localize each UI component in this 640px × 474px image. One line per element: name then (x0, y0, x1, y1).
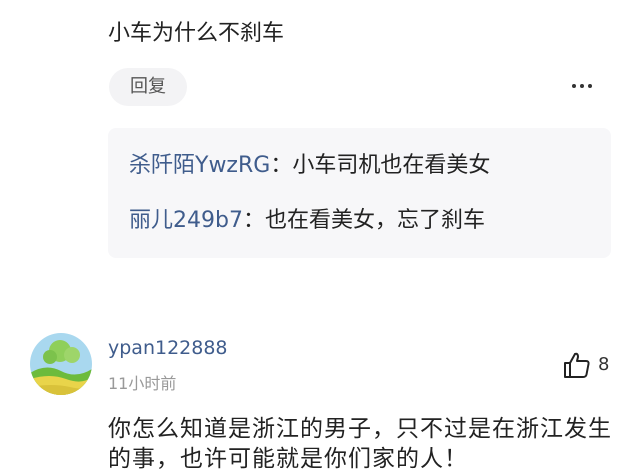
reply-item: 丽儿249b7：也在看美女，忘了刹车 (129, 205, 485, 237)
comment-timestamp: 11小时前 (108, 374, 177, 393)
comment-text: 小车为什么不刹车 (108, 21, 285, 46)
more-horizontal-icon[interactable] (566, 74, 598, 98)
like-button[interactable]: 8 (562, 350, 614, 382)
reply-button[interactable]: 回复 (109, 68, 187, 106)
avatar[interactable] (30, 333, 92, 395)
replies-panel (108, 128, 611, 258)
like-count: 8 (598, 354, 610, 375)
reply-separator: ： (270, 153, 293, 178)
username[interactable]: ypan122888 (108, 335, 228, 361)
reply-separator: ： (242, 208, 265, 233)
reply-text: 小车司机也在看美女 (292, 153, 491, 178)
thumbs-up-icon (564, 352, 590, 378)
comment-text: 你怎么知道是浙江的男子，只不过是在浙江发生的事，也许可能就是你们家的人！ (108, 416, 612, 472)
reply-author[interactable]: 丽儿249b7 (129, 208, 243, 233)
reply-item: 杀阡陌YwzRG：小车司机也在看美女 (129, 150, 490, 182)
reply-author[interactable]: 杀阡陌YwzRG (129, 153, 270, 178)
reply-text: 也在看美女，忘了刹车 (264, 208, 485, 233)
avatar-landscape-icon (30, 333, 92, 395)
